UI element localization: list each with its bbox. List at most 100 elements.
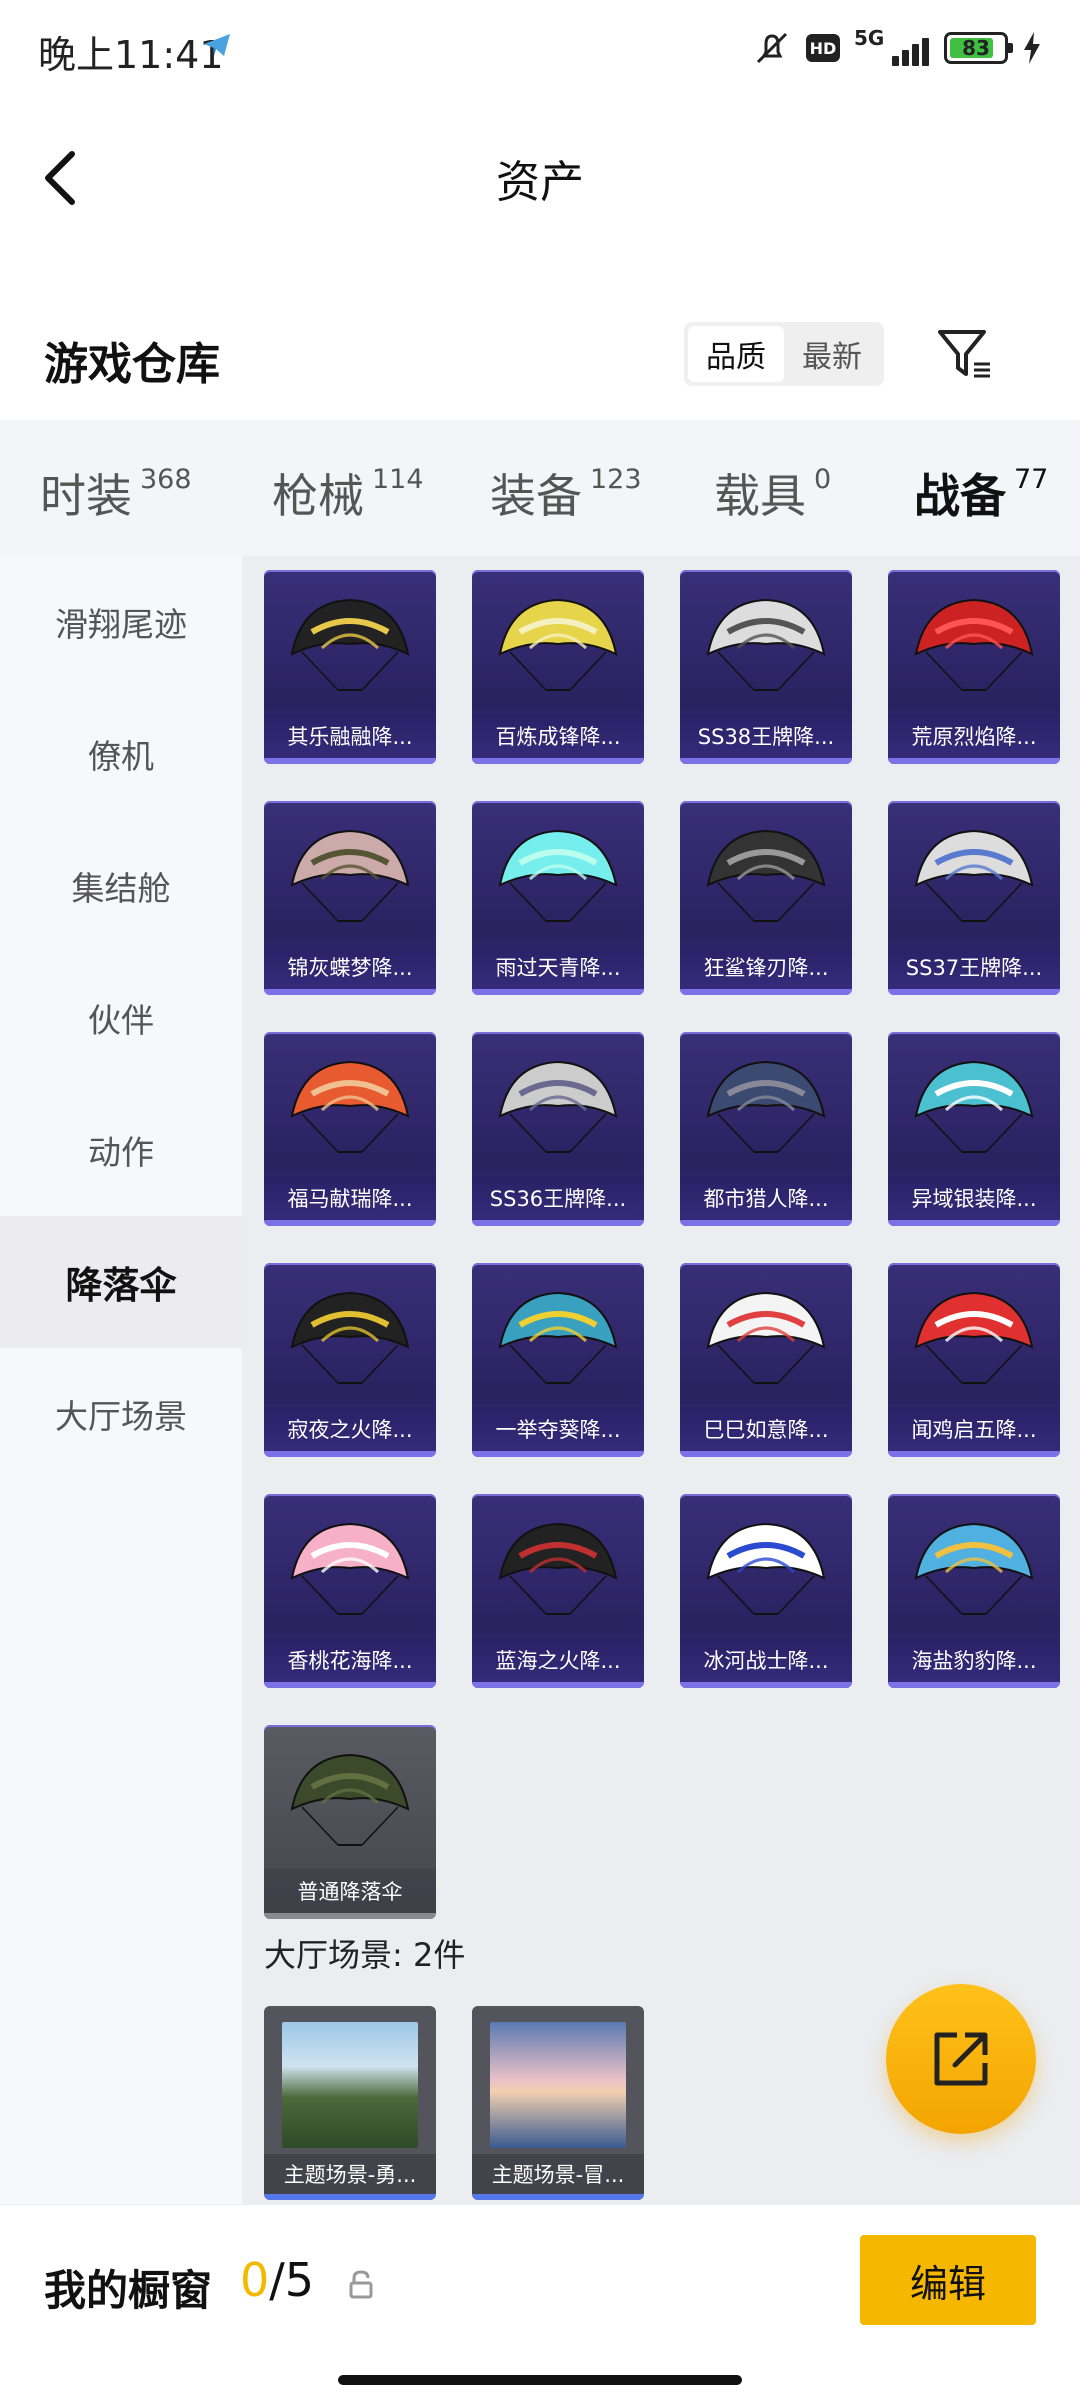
tab-fashion[interactable]: 时装 368 [40, 460, 192, 526]
parachute-icon [706, 1060, 826, 1153]
parachute-label: 其乐融融降... [264, 714, 436, 758]
parachute-label: 香桃花海降... [264, 1638, 436, 1682]
showcase-bar: 我的橱窗 0/5 编辑 [0, 2204, 1080, 2400]
parachute-icon [914, 1060, 1034, 1153]
sort-quality-button[interactable]: 品质 [688, 326, 784, 382]
parachute-icon [498, 1291, 618, 1384]
parachute-card[interactable]: 锦灰蝶梦降... [264, 801, 436, 995]
parachute-label: 锦灰蝶梦降... [264, 945, 436, 989]
parachute-icon [706, 1522, 826, 1615]
category-tabs: 时装 368 枪械 114 装备 123 载具 0 战备 77 [0, 420, 1080, 570]
sidebar-item-emote[interactable]: 动作 [0, 1084, 242, 1216]
sidebar-item-partner[interactable]: 伙伴 [0, 952, 242, 1084]
showcase-count: 0/5 [240, 2253, 315, 2307]
scene-thumbnail [490, 2022, 626, 2148]
parachute-card[interactable]: 其乐融融降... [264, 570, 436, 764]
sidebar-item-assembly-pod[interactable]: 集结舱 [0, 820, 242, 952]
mute-icon [756, 32, 788, 64]
scene-thumbnail [282, 2022, 418, 2148]
parachute-card[interactable]: 普通降落伞 [264, 1725, 436, 1919]
parachute-card[interactable]: 异域银装降... [888, 1032, 1060, 1226]
parachute-label: 闻鸡启五降... [888, 1407, 1060, 1451]
parachute-label: SS38王牌降... [680, 714, 852, 758]
lobby-scene-card[interactable]: 主题场景-冒... [472, 2006, 644, 2200]
charging-icon [1024, 32, 1040, 64]
status-bar: 晚上11:41 HD 5G 83 [0, 0, 1080, 96]
parachute-card[interactable]: 狂鲨锋刃降... [680, 801, 852, 995]
parachute-label: 一举夺葵降... [472, 1407, 644, 1451]
parachute-card[interactable]: 香桃花海降... [264, 1494, 436, 1688]
parachute-label: 百炼成锋降... [472, 714, 644, 758]
parachute-card[interactable]: 百炼成锋降... [472, 570, 644, 764]
parachute-label: 海盐豹豹降... [888, 1638, 1060, 1682]
app-header: 资产 [0, 96, 1080, 246]
parachute-card[interactable]: 寂夜之火降... [264, 1263, 436, 1457]
parachute-card[interactable]: 海盐豹豹降... [888, 1494, 1060, 1688]
parachute-icon [290, 1753, 410, 1846]
showcase-title: 我的橱窗 [44, 2266, 213, 2315]
tab-combat-supplies[interactable]: 战备 77 [914, 460, 1048, 570]
tab-guns[interactable]: 枪械 114 [272, 460, 424, 526]
parachute-label: 狂鲨锋刃降... [680, 945, 852, 989]
parachute-card[interactable]: 一举夺葵降... [472, 1263, 644, 1457]
edit-button[interactable]: 编辑 [860, 2235, 1036, 2325]
sort-latest-button[interactable]: 最新 [784, 326, 880, 382]
sidebar-item-lobby-scene[interactable]: 大厅场景 [0, 1348, 242, 1480]
tab-equipment[interactable]: 装备 123 [490, 460, 642, 526]
sort-toggle: 品质 最新 [684, 322, 884, 386]
parachute-icon [706, 598, 826, 691]
parachute-icon [914, 598, 1034, 691]
parachute-icon [290, 829, 410, 922]
hd-icon: HD [806, 34, 840, 62]
filter-icon[interactable] [934, 324, 994, 384]
parachute-card[interactable]: SS37王牌降... [888, 801, 1060, 995]
parachute-icon [290, 1060, 410, 1153]
parachute-label: 福马献瑞降... [264, 1176, 436, 1220]
parachute-icon [498, 598, 618, 691]
tab-vehicles[interactable]: 载具 0 [714, 460, 831, 526]
telegram-icon [204, 34, 230, 56]
battery-icon: 83 [944, 32, 1013, 64]
sidebar-item-wingman[interactable]: 僚机 [0, 688, 242, 820]
parachute-label: 荒原烈焰降... [888, 714, 1060, 758]
parachute-label: 巳巳如意降... [680, 1407, 852, 1451]
share-button[interactable] [886, 1984, 1036, 2134]
parachute-icon [498, 1522, 618, 1615]
parachute-label: SS36王牌降... [472, 1176, 644, 1220]
parachute-label: 都市猎人降... [680, 1176, 852, 1220]
parachute-icon [706, 1291, 826, 1384]
lobby-scene-card[interactable]: 主题场景-勇... [264, 2006, 436, 2200]
parachute-card[interactable]: 荒原烈焰降... [888, 570, 1060, 764]
parachute-label: 冰河战士降... [680, 1638, 852, 1682]
parachute-card[interactable]: 福马献瑞降... [264, 1032, 436, 1226]
status-time: 晚上11:41 [38, 33, 224, 77]
scene-label: 主题场景-勇... [264, 2154, 436, 2194]
parachute-card[interactable]: SS38王牌降... [680, 570, 852, 764]
home-indicator [338, 2375, 742, 2385]
parachute-icon [290, 1522, 410, 1615]
section-header: 游戏仓库 品质 最新 [0, 310, 1080, 410]
parachute-icon [290, 598, 410, 691]
parachute-icon [914, 1291, 1034, 1384]
parachute-card[interactable]: 蓝海之火降... [472, 1494, 644, 1688]
lock-icon [349, 2270, 373, 2299]
parachute-card[interactable]: 雨过天青降... [472, 801, 644, 995]
subcategory-sidebar: 滑翔尾迹 僚机 集结舱 伙伴 动作 降落伞 大厅场景 [0, 556, 242, 2204]
lobby-section-title: 大厅场景: 2件 [264, 1936, 466, 1974]
parachute-icon [498, 829, 618, 922]
parachute-card[interactable]: 冰河战士降... [680, 1494, 852, 1688]
parachute-label: 寂夜之火降... [264, 1407, 436, 1451]
parachute-label: 普通降落伞 [264, 1869, 436, 1913]
item-content: 其乐融融降... 百炼成锋降... SS38王牌降... 荒原烈焰降... 锦灰蝶梦降.… [242, 556, 1080, 2204]
parachute-card[interactable]: 都市猎人降... [680, 1032, 852, 1226]
parachute-icon [914, 1522, 1034, 1615]
parachute-card[interactable]: SS36王牌降... [472, 1032, 644, 1226]
parachute-card[interactable]: 闻鸡启五降... [888, 1263, 1060, 1457]
sidebar-item-parachute[interactable]: 降落伞 [0, 1216, 242, 1348]
parachute-label: SS37王牌降... [888, 945, 1060, 989]
parachute-icon [706, 829, 826, 922]
parachute-card[interactable]: 巳巳如意降... [680, 1263, 852, 1457]
section-title: 游戏仓库 [44, 339, 220, 390]
parachute-icon [914, 829, 1034, 922]
sidebar-item-glide-trail[interactable]: 滑翔尾迹 [0, 556, 242, 688]
